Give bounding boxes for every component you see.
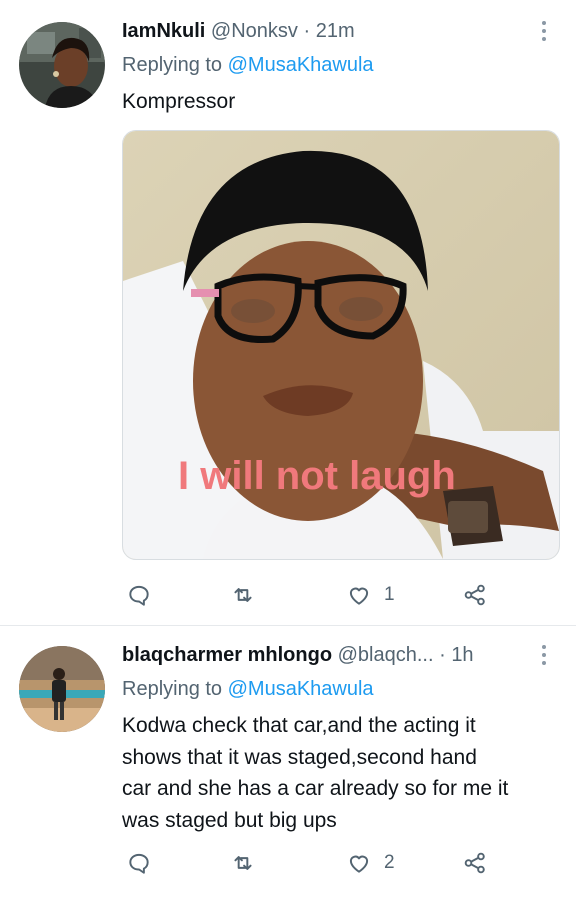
tweet-image[interactable]: I will not laugh [122, 130, 560, 560]
reply-icon [129, 585, 149, 606]
meme-image: I will not laugh [123, 131, 559, 559]
heart-icon [349, 855, 369, 873]
replying-to: Replying to @MusaKhawula [122, 54, 374, 77]
replying-to: Replying to @MusaKhawula [122, 678, 374, 701]
tweet-1[interactable]: IamNkuli @Nonksv · 21m Replying to @Musa… [0, 0, 576, 625]
like-count: 2 [384, 852, 395, 873]
handle[interactable]: @blaqch... [338, 644, 434, 666]
handle[interactable]: @Nonksv [211, 20, 298, 42]
display-name[interactable]: blaqcharmer mhlongo [122, 644, 332, 666]
avatar-photo [19, 22, 105, 108]
share-button[interactable] [462, 848, 488, 878]
avatar[interactable] [19, 646, 105, 732]
tweet-actions: 1 [120, 580, 500, 610]
display-name[interactable]: IamNkuli [122, 20, 205, 42]
timestamp[interactable]: 1h [451, 644, 473, 666]
share-icon [464, 584, 485, 606]
share-icon [464, 852, 485, 874]
tweet-text-line: car and she has a car already so for me … [122, 777, 509, 800]
separator: · [303, 20, 311, 42]
tweet-text: Kodwa check that car,and the acting it s… [122, 710, 562, 836]
tweet-header: blaqcharmer mhlongo @blaqch... · 1h [122, 644, 474, 667]
separator: · [439, 644, 446, 666]
like-count: 1 [384, 584, 395, 605]
heart-icon [349, 587, 369, 605]
timestamp[interactable]: 21m [316, 20, 355, 42]
avatar-photo [19, 646, 105, 732]
mention-link[interactable]: @MusaKhawula [228, 678, 374, 700]
retweet-button[interactable] [230, 580, 256, 610]
replying-to-prefix: Replying to [122, 54, 223, 76]
tweet-2[interactable]: blaqcharmer mhlongo @blaqch... · 1h Repl… [0, 626, 576, 907]
avatar[interactable] [19, 22, 105, 108]
tweet-actions: 2 [120, 848, 500, 878]
tweet-text: Kompressor [122, 90, 236, 113]
reply-button[interactable] [126, 580, 152, 610]
meme-caption: I will not laugh [178, 454, 456, 498]
tweet-text-line: was staged but big ups [122, 808, 337, 832]
retweet-button[interactable] [230, 848, 256, 878]
tweet-text-line: Kodwa check that car,and the acting it [122, 714, 476, 737]
retweet-icon [234, 588, 252, 602]
mention-link[interactable]: @MusaKhawula [228, 54, 374, 76]
retweet-icon [234, 856, 252, 870]
reply-button[interactable] [126, 848, 152, 878]
tweet-header: IamNkuli @Nonksv · 21m [122, 20, 355, 43]
like-button[interactable]: 2 [346, 848, 395, 878]
more-options-icon[interactable] [541, 21, 547, 45]
more-options-icon[interactable] [541, 645, 547, 669]
reply-icon [129, 853, 149, 874]
like-button[interactable]: 1 [346, 580, 395, 610]
tweet-text-line: shows that it was staged,second hand [122, 745, 477, 769]
share-button[interactable] [462, 580, 488, 610]
replying-to-prefix: Replying to [122, 678, 223, 700]
